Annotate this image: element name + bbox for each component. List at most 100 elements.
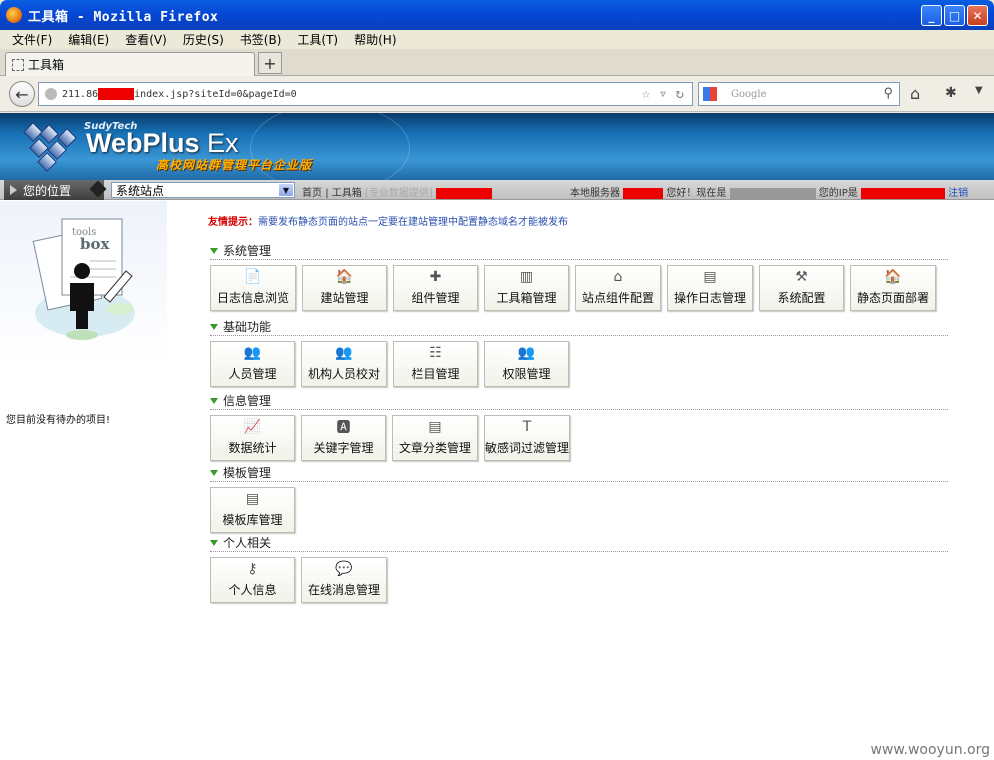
menu-bookmarks[interactable]: 书签(B): [240, 31, 282, 48]
tool-label: 组件管理: [411, 291, 460, 305]
tool-button-chart[interactable]: 📈 数据统计: [210, 415, 295, 461]
logout-link[interactable]: 注销: [948, 188, 968, 199]
org-check-icon: 👥: [335, 345, 353, 361]
location-label-text: 您的位置: [23, 183, 72, 198]
site-select[interactable]: 系统站点 ▼: [111, 182, 295, 198]
tool-button-keyword[interactable]: 🅰 关键字管理: [301, 415, 386, 461]
minimize-button[interactable]: _: [921, 5, 942, 26]
section-title-label: 模板管理: [223, 466, 272, 480]
tool-button-permission[interactable]: 👥 权限管理: [484, 341, 569, 387]
chevron-down-icon[interactable]: ▼: [279, 184, 293, 196]
toolbox-icon: ▥: [519, 269, 534, 285]
tool-button-article-category[interactable]: ▤ 文章分类管理: [392, 415, 478, 461]
time-blur: [729, 187, 816, 199]
brand-cn: 高校网站群管理平台企业版: [156, 158, 313, 172]
new-tab-button[interactable]: +: [258, 52, 282, 74]
tool-button-component[interactable]: ✚ 组件管理: [393, 265, 478, 311]
menu-file[interactable]: 文件(F): [12, 31, 52, 48]
tool-button-system-config[interactable]: ⚒ 系统配置: [759, 265, 844, 311]
keyword-icon: 🅰: [336, 420, 351, 436]
collapse-triangle-icon[interactable]: [210, 247, 218, 254]
search-icon[interactable]: ⚲: [883, 86, 893, 101]
site-banner: SudyTech WebPlus Ex 高校网站群管理平台企业版: [0, 113, 994, 180]
close-button[interactable]: ✕: [967, 5, 988, 26]
section-title: 个人相关: [210, 534, 948, 552]
redaction: [98, 88, 135, 100]
tool-button-toolbox[interactable]: ▥ 工具箱管理: [484, 265, 569, 311]
home-link[interactable]: 首页: [302, 188, 322, 199]
tool-button-static-deploy[interactable]: 🏠 静态页面部署: [850, 265, 936, 311]
tool-label: 操作日志管理: [673, 291, 746, 305]
provider-text: [专业数据提供]: [364, 188, 433, 199]
tool-label: 日志信息浏览: [216, 291, 289, 305]
tool-button-log[interactable]: 📄 日志信息浏览: [210, 265, 296, 311]
tool-button-operation-log[interactable]: ▤ 操作日志管理: [667, 265, 753, 311]
tool-button-users[interactable]: 👥 人员管理: [210, 341, 295, 387]
location-bar: 您的位置 系统站点 ▼ 首页 | 工具箱 [专业数据提供] 本地服务器 您好！现…: [0, 180, 994, 200]
tool-button-site-component[interactable]: ⌂ 站点组件配置: [575, 265, 661, 311]
home-icon[interactable]: ⌂: [910, 84, 920, 103]
tab-toolbox[interactable]: 工具箱: [5, 52, 255, 76]
art-box-text: box: [80, 235, 110, 253]
section-title-label: 系统管理: [223, 244, 272, 258]
menu-edit[interactable]: 编辑(E): [68, 31, 109, 48]
addon-icon[interactable]: ✱: [945, 85, 957, 101]
redaction: [435, 187, 492, 199]
tool-label: 机构人员校对: [307, 367, 380, 381]
menu-bar: 文件(F) 编辑(E) 查看(V) 历史(S) 书签(B) 工具(T) 帮助(H…: [0, 30, 994, 49]
search-box[interactable]: Google ⚲: [698, 82, 900, 106]
tool-label: 权限管理: [502, 367, 551, 381]
navigation-bar: ← 211.86 index.jsp?siteId=0&pageId=0 ☆ ▿…: [0, 76, 994, 112]
address-bar[interactable]: 211.86 index.jsp?siteId=0&pageId=0 ☆ ▿ ↻: [38, 82, 693, 106]
tool-button-key[interactable]: ⚷ 个人信息: [210, 557, 295, 603]
site-build-icon: 🏠: [335, 269, 354, 285]
sensitive-word-icon: T: [522, 419, 532, 435]
collapse-triangle-icon[interactable]: [210, 397, 218, 404]
tip-label: 友情提示：: [208, 217, 258, 228]
webplus-logo-icon: [22, 121, 80, 173]
toolbox-link[interactable]: 工具箱: [332, 188, 362, 199]
collapse-triangle-icon[interactable]: [210, 469, 218, 476]
globe-icon: [45, 88, 57, 100]
menu-view[interactable]: 查看(V): [125, 31, 167, 48]
section-title-label: 基础功能: [223, 320, 272, 334]
tool-label: 模板库管理: [222, 513, 283, 527]
system-config-icon: ⚒: [795, 269, 808, 285]
ip-label: 您的IP是: [818, 188, 858, 199]
sidebar: tools box: [0, 201, 167, 361]
breadcrumb: 首页 | 工具箱 [专业数据提供]: [302, 184, 492, 199]
tool-button-org-check[interactable]: 👥 机构人员校对: [301, 341, 387, 387]
brand-ex: Ex: [199, 128, 239, 158]
tool-button-sensitive-word[interactable]: T 敏感词过滤管理: [484, 415, 570, 461]
collapse-triangle-icon[interactable]: [210, 539, 218, 546]
tool-button-column-tree[interactable]: ☷ 栏目管理: [393, 341, 478, 387]
tool-label: 个人信息: [228, 583, 277, 597]
tool-button-site-build[interactable]: 🏠 建站管理: [302, 265, 387, 311]
menu-help[interactable]: 帮助(H): [354, 31, 396, 48]
menu-dropdown-icon[interactable]: ▼: [975, 85, 983, 96]
window-titlebar: 工具箱 - Mozilla Firefox _ □ ✕: [0, 0, 994, 30]
menu-history[interactable]: 历史(S): [183, 31, 224, 48]
section-title: 模板管理: [210, 464, 948, 482]
bookmark-star-icon[interactable]: ☆ ▿ ↻: [642, 86, 684, 102]
tool-button-message[interactable]: 💬 在线消息管理: [301, 557, 387, 603]
toolbox-illustration-icon: tools box: [32, 218, 135, 340]
collapse-triangle-icon[interactable]: [210, 323, 218, 330]
chart-icon: 📈: [243, 419, 262, 435]
section-4: 模板管理 ▤ 模板库管理: [210, 464, 948, 533]
site-select-value: 系统站点: [116, 183, 165, 198]
menu-tools[interactable]: 工具(T): [297, 31, 338, 48]
back-button[interactable]: ←: [9, 81, 35, 107]
section-1: 系统管理 📄 日志信息浏览 🏠 建站管理 ✚ 组件管理 ▥ 工具箱管理 ⌂ 站点组件配置 ▤ 操作日志管…: [210, 242, 948, 311]
log-icon: 📄: [244, 269, 262, 285]
page-icon: [12, 58, 24, 71]
section-title: 系统管理: [210, 242, 948, 260]
tool-button-template[interactable]: ▤ 模板库管理: [210, 487, 295, 533]
tool-label: 静态页面部署: [856, 291, 929, 305]
play-icon: [10, 185, 17, 195]
tool-label: 文章分类管理: [398, 441, 471, 455]
todo-note: 您目前没有待办的项目!: [6, 415, 111, 426]
server-label: 本地服务器: [570, 188, 620, 199]
maximize-button[interactable]: □: [944, 5, 965, 26]
brand-main: WebPlus: [86, 128, 200, 158]
